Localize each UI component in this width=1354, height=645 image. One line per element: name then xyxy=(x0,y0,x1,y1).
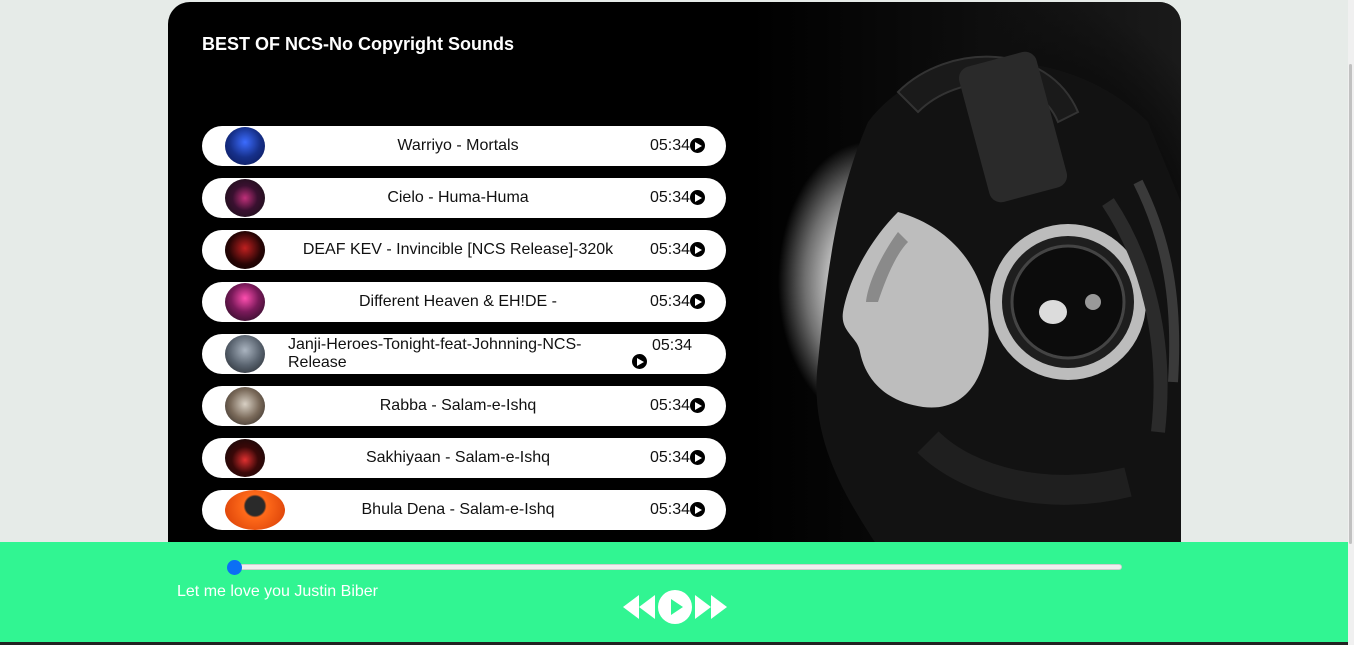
track-duration: 05:34 xyxy=(650,501,691,518)
next-icon[interactable] xyxy=(694,590,728,624)
track-name: Cielo - Huma-Huma xyxy=(387,189,529,206)
progress-track[interactable] xyxy=(234,564,1122,570)
scrollbar-thumb[interactable] xyxy=(1349,64,1352,544)
track-item[interactable]: Janji-Heroes-Tonight-feat-Johnning-NCS-R… xyxy=(202,334,726,374)
track-name: Sakhiyaan - Salam-e-Ishq xyxy=(365,449,551,466)
track-cover-image xyxy=(225,179,265,217)
track-duration: 05:34 xyxy=(650,449,691,466)
track-name: Rabba - Salam-e-Ishq xyxy=(379,397,537,414)
track-duration: 05:34 xyxy=(650,189,691,206)
play-icon[interactable] xyxy=(690,138,705,153)
track-duration: 05:34 xyxy=(652,337,693,354)
play-icon[interactable] xyxy=(690,242,705,257)
track-cover-image xyxy=(225,231,265,269)
track-duration: 05:34 xyxy=(650,397,691,414)
previous-icon[interactable] xyxy=(622,590,656,624)
track-duration: 05:34 xyxy=(650,293,691,310)
play-icon[interactable] xyxy=(690,294,705,309)
playback-controls xyxy=(622,590,728,624)
play-icon[interactable] xyxy=(690,190,705,205)
play-icon[interactable] xyxy=(658,590,692,624)
headphones-woman-photo xyxy=(748,2,1181,562)
music-player-page: BEST OF NCS-No Copyright Sounds Warriyo … xyxy=(0,0,1354,645)
track-item[interactable]: Different Heaven & EH!DE - 05:34 xyxy=(202,282,726,322)
track-cover-image xyxy=(225,439,265,477)
track-name: DEAF KEV - Invincible [NCS Release]-320k xyxy=(302,241,614,258)
progress-knob[interactable] xyxy=(226,560,242,575)
track-name: Warriyo - Mortals xyxy=(397,137,519,154)
track-cover-image xyxy=(225,335,265,373)
track-cover-image xyxy=(225,490,285,530)
track-item[interactable]: Rabba - Salam-e-Ishq 05:34 xyxy=(202,386,726,426)
track-name: Janji-Heroes-Tonight-feat-Johnning-NCS-R… xyxy=(288,336,582,371)
track-duration: 05:34 xyxy=(650,241,691,258)
track-cover-image xyxy=(225,127,265,165)
track-item[interactable]: Cielo - Huma-Huma 05:34 xyxy=(202,178,726,218)
track-name: Bhula Dena - Salam-e-Ishq xyxy=(361,501,555,518)
playlist-title: BEST OF NCS-No Copyright Sounds xyxy=(202,34,514,54)
track-item[interactable]: Bhula Dena - Salam-e-Ishq 05:34 xyxy=(202,490,726,530)
playlist-card: BEST OF NCS-No Copyright Sounds Warriyo … xyxy=(168,2,1181,562)
track-name: Different Heaven & EH!DE - xyxy=(358,293,557,310)
play-icon[interactable] xyxy=(690,398,705,413)
track-duration: 05:34 xyxy=(650,137,691,154)
track-item[interactable]: Sakhiyaan - Salam-e-Ishq 05:34 xyxy=(202,438,726,478)
track-cover-image xyxy=(225,387,265,425)
player-bar: Let me love you Justin Biber xyxy=(0,542,1348,642)
track-list: Warriyo - Mortals 05:34 Cielo - Huma-Hum… xyxy=(202,126,726,542)
track-cover-image xyxy=(225,283,265,321)
track-item[interactable]: DEAF KEV - Invincible [NCS Release]-320k… xyxy=(202,230,726,270)
play-icon[interactable] xyxy=(690,502,705,517)
track-item[interactable]: Warriyo - Mortals 05:34 xyxy=(202,126,726,166)
play-icon[interactable] xyxy=(690,450,705,465)
now-playing-title: Let me love you Justin Biber xyxy=(177,583,378,600)
page-scrollbar[interactable] xyxy=(1348,0,1354,645)
play-icon[interactable] xyxy=(632,354,647,369)
